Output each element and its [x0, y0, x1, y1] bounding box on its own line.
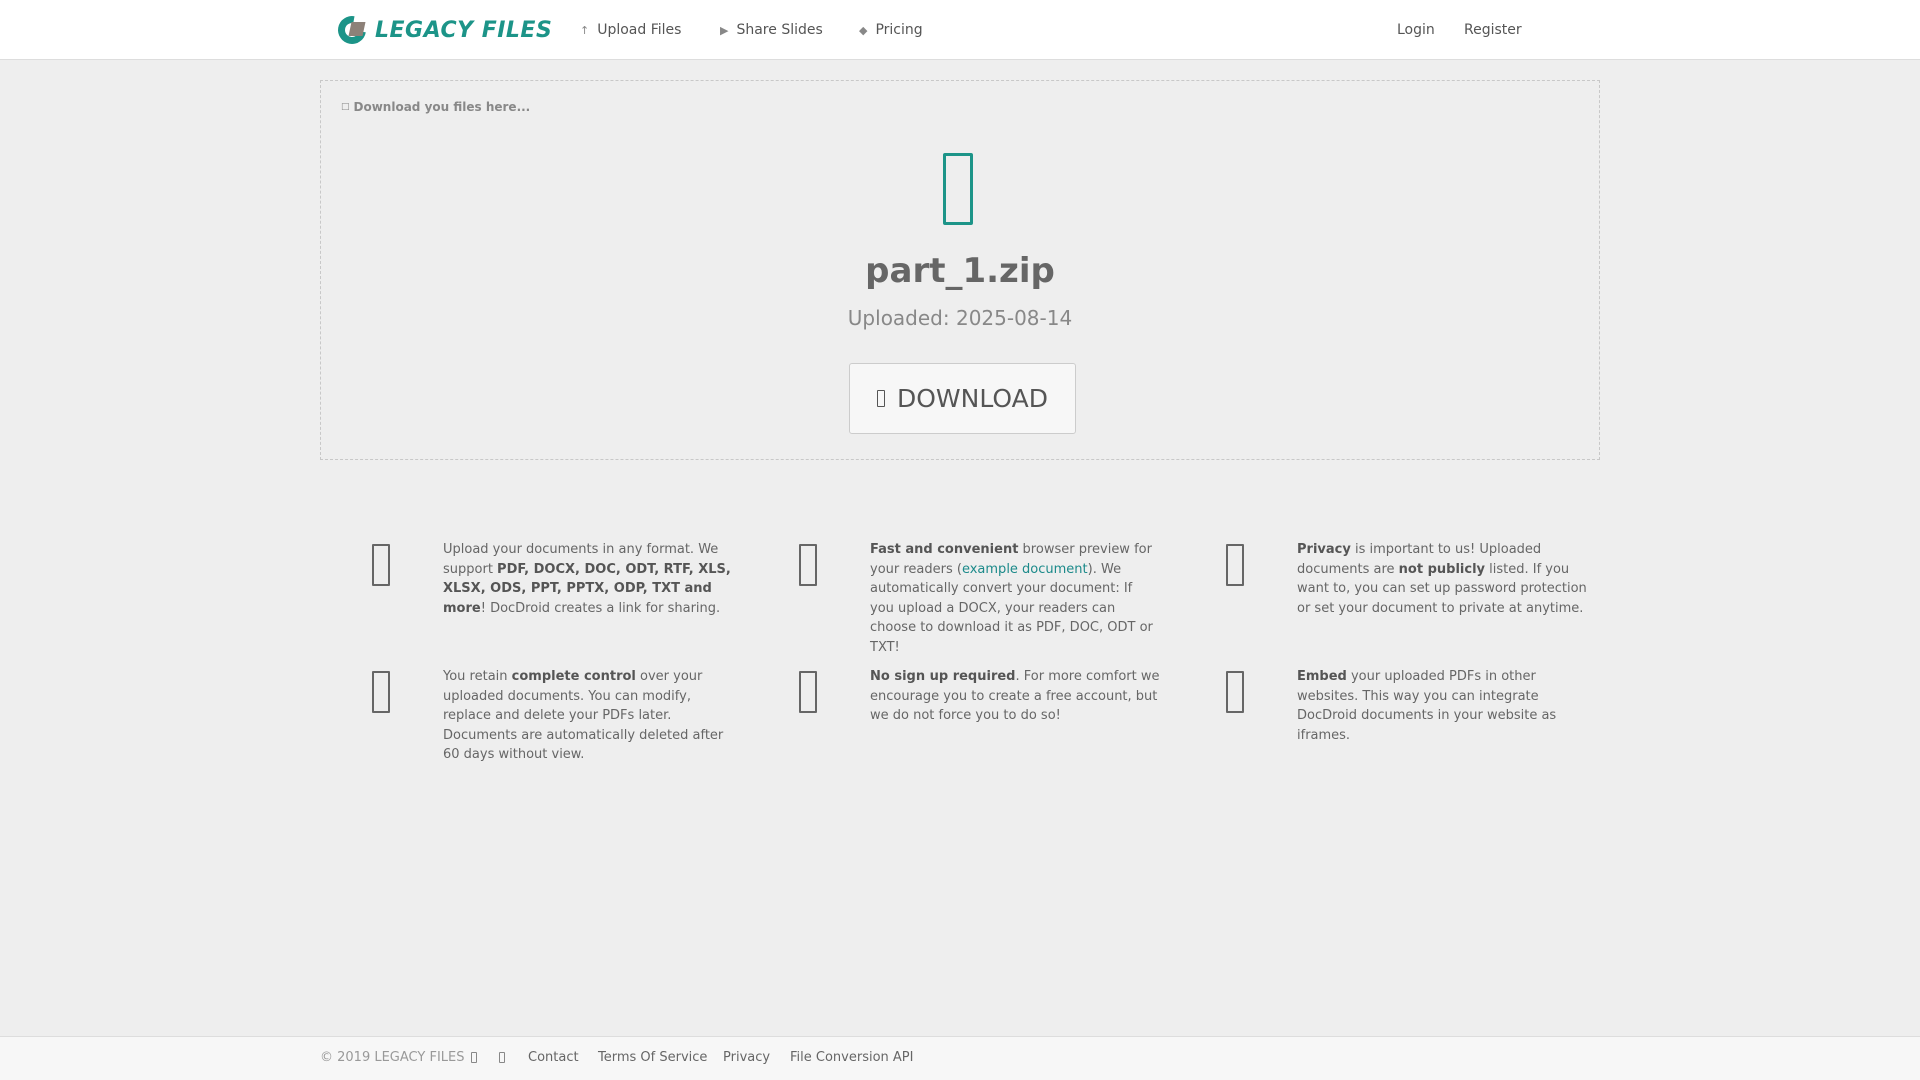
footer-link-privacy[interactable]: Privacy: [723, 1050, 770, 1065]
download-panel: □ Download you files here... part_1.zip …: [320, 80, 1600, 460]
nav-upload-files-label: Upload Files: [597, 22, 682, 38]
nav-pricing-label: Pricing: [875, 22, 923, 38]
download-button[interactable]: DOWNLOAD: [849, 363, 1076, 434]
nav-upload-files[interactable]: ↑ Upload Files: [580, 0, 681, 60]
feature-embed-text: Embed your uploaded PDFs in other websit…: [1297, 669, 1557, 743]
lock-icon: [1226, 544, 1244, 586]
upload-icon: ↑: [580, 23, 590, 37]
example-document-link[interactable]: example document: [962, 562, 1088, 577]
feature-no-signup-text: No sign up required. For more comfort we…: [870, 669, 1160, 723]
file-preview-icon: [799, 544, 817, 586]
file-upload-date: Uploaded: 2025-08-14: [847, 306, 1073, 330]
feature-privacy-text: Privacy is important to us! Uploaded doc…: [1297, 542, 1587, 616]
logo-mark-icon: [332, 10, 372, 50]
download-button-label: DOWNLOAD: [897, 384, 1048, 413]
login-link[interactable]: Login: [1397, 0, 1435, 60]
control-icon: [372, 671, 390, 713]
user-icon: [799, 671, 817, 713]
download-hint-text: Download you files here...: [353, 100, 531, 114]
facebook-icon[interactable]: [471, 1052, 477, 1063]
download-file-icon: [877, 390, 885, 407]
footer: © 2019 LEGACY FILES Contact Terms Of Ser…: [0, 1036, 1920, 1080]
feature-control-text: You retain complete control over your up…: [443, 669, 724, 762]
download-hint: □ Download you files here...: [341, 100, 530, 114]
file-archive-icon: [943, 153, 973, 225]
nav-share-slides-label: Share Slides: [736, 22, 823, 38]
feature-preview-text: Fast and convenient browser preview for …: [870, 542, 1153, 655]
footer-link-file-conversion-api[interactable]: File Conversion API: [790, 1050, 913, 1065]
brand-name: LEGACY FILES: [375, 17, 553, 43]
feature-formats-text: Upload your documents in any format. We …: [443, 542, 731, 616]
tag-icon: ◆: [859, 23, 868, 37]
download-hint-icon: □: [341, 102, 350, 112]
twitter-icon[interactable]: [499, 1052, 505, 1063]
footer-link-terms[interactable]: Terms Of Service: [598, 1050, 707, 1065]
login-label: Login: [1397, 22, 1435, 38]
register-link[interactable]: Register: [1464, 0, 1522, 60]
share-icon: ▶: [720, 23, 729, 37]
nav-share-slides[interactable]: ▶ Share Slides: [720, 0, 823, 60]
file-name: part_1.zip: [865, 251, 1055, 291]
footer-link-contact[interactable]: Contact: [528, 1050, 579, 1065]
file-icon: [372, 544, 390, 586]
top-navbar: LEGACY FILES ↑ Upload Files ▶ Share Slid…: [0, 0, 1920, 60]
nav-pricing[interactable]: ◆ Pricing: [859, 0, 923, 60]
embed-icon: [1226, 671, 1244, 713]
brand-logo[interactable]: LEGACY FILES: [332, 10, 553, 50]
register-label: Register: [1464, 22, 1522, 38]
copyright: © 2019 LEGACY FILES: [320, 1050, 465, 1065]
